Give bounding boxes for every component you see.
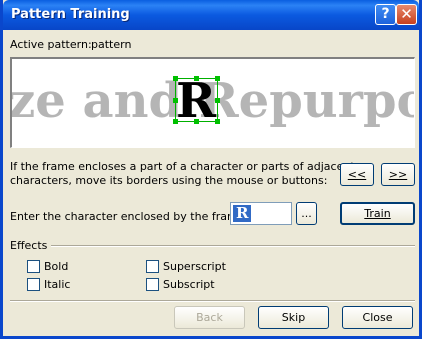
close-window-button[interactable]: ✕ <box>396 4 417 25</box>
subscript-checkbox[interactable] <box>146 278 159 291</box>
active-pattern-value: pattern <box>91 38 132 51</box>
enter-character-label: Enter the character enclosed by the fram… <box>10 210 249 223</box>
frame-handle-top[interactable] <box>194 76 199 81</box>
bold-checkbox[interactable] <box>27 260 40 273</box>
window-title: Pattern Training <box>11 7 130 22</box>
back-label: Back <box>196 311 223 324</box>
title-bar[interactable]: Pattern Training ? ✕ <box>3 0 419 30</box>
bold-label: Bold <box>44 260 69 273</box>
active-pattern-label: Active pattern: <box>10 38 92 51</box>
move-right-button[interactable]: >> <box>381 163 415 186</box>
move-left-button[interactable]: << <box>340 163 374 186</box>
subscript-label: Subscript <box>163 278 215 291</box>
superscript-checkbox[interactable] <box>146 260 159 273</box>
help-button[interactable]: ? <box>375 4 396 25</box>
move-left-label: << <box>347 168 367 181</box>
character-input[interactable]: R <box>230 202 292 225</box>
frame-handle-bottom-right[interactable] <box>215 119 220 124</box>
close-label: Close <box>362 311 393 324</box>
pattern-preview[interactable]: ze and Repurpos R <box>10 57 415 148</box>
superscript-label: Superscript <box>163 260 226 273</box>
train-label: Train <box>364 207 391 220</box>
character-frame[interactable] <box>175 78 218 122</box>
train-button[interactable]: Train <box>340 202 415 225</box>
frame-handle-bottom-left[interactable] <box>173 119 178 124</box>
close-button[interactable]: Close <box>342 306 413 329</box>
frame-handle-top-left[interactable] <box>173 76 178 81</box>
browse-characters-button[interactable]: ... <box>296 202 317 225</box>
instructions-line-2: characters, move its borders using the m… <box>10 174 328 187</box>
frame-handle-left[interactable] <box>173 98 178 103</box>
frame-handle-right[interactable] <box>215 98 220 103</box>
effects-group-title: Effects <box>10 239 48 252</box>
instructions-line-1: If the frame encloses a part of a charac… <box>10 160 355 173</box>
effects-divider <box>51 245 415 247</box>
footer-divider <box>10 300 415 302</box>
frame-handle-top-right[interactable] <box>215 76 220 81</box>
character-input-value: R <box>233 205 252 222</box>
back-button[interactable]: Back <box>174 306 245 329</box>
italic-checkbox[interactable] <box>27 278 40 291</box>
pattern-training-dialog: Pattern Training ? ✕ Active pattern: pat… <box>0 0 422 339</box>
skip-button[interactable]: Skip <box>258 306 329 329</box>
move-right-label: >> <box>388 168 408 181</box>
italic-label: Italic <box>44 278 71 291</box>
frame-handle-bottom[interactable] <box>194 119 199 124</box>
skip-label: Skip <box>281 311 306 324</box>
